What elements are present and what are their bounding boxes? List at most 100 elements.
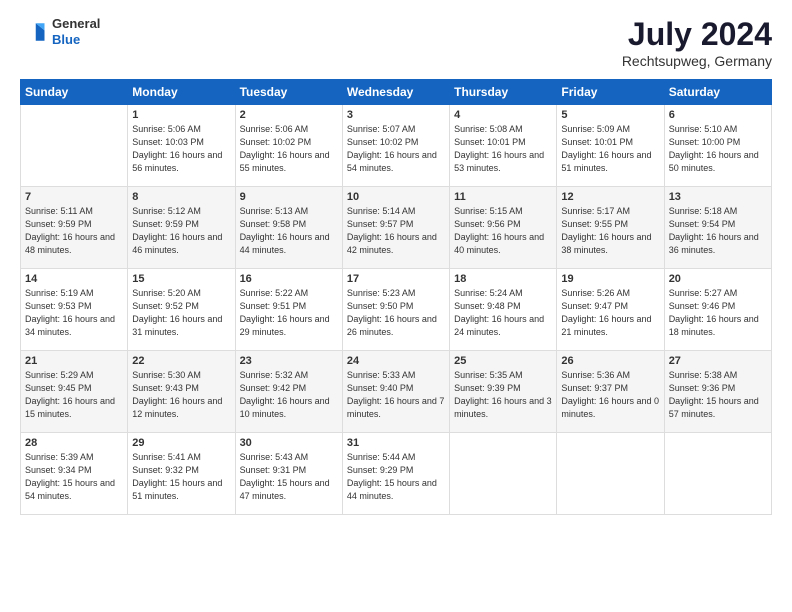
- calendar-cell: 4Sunrise: 5:08 AM Sunset: 10:01 PM Dayli…: [450, 105, 557, 187]
- calendar-cell: [664, 433, 771, 515]
- day-number: 4: [454, 109, 552, 121]
- logo: General Blue: [20, 16, 100, 47]
- header-friday: Friday: [557, 80, 664, 105]
- calendar-week-row: 14 Sunrise: 5:19 AM Sunset: 9:53 PM Dayli…: [21, 269, 772, 351]
- day-info: Sunrise: 5:09 AM Sunset: 10:01 PM Daylig…: [561, 123, 659, 175]
- day-info: Sunrise: 5:43 AM Sunset: 9:31 PM Dayligh…: [240, 451, 338, 503]
- day-info: Sunrise: 5:29 AM Sunset: 9:45 PM Dayligh…: [25, 369, 123, 421]
- calendar-cell: [557, 433, 664, 515]
- calendar-cell: 14 Sunrise: 5:19 AM Sunset: 9:53 PM Dayli…: [21, 269, 128, 351]
- calendar-cell: 15Sunrise: 5:20 AM Sunset: 9:52 PM Dayli…: [128, 269, 235, 351]
- calendar-cell: 7Sunrise: 5:11 AM Sunset: 9:59 PM Daylig…: [21, 187, 128, 269]
- day-info: Sunrise: 5:41 AM Sunset: 9:32 PM Dayligh…: [132, 451, 230, 503]
- calendar-cell: 27 Sunrise: 5:38 AM Sunset: 9:36 PM Dayli…: [664, 351, 771, 433]
- day-number: 17: [347, 273, 445, 285]
- location: Rechtsupweg, Germany: [622, 53, 772, 69]
- day-number: 25: [454, 355, 552, 367]
- day-info: Sunrise: 5:27 AM Sunset: 9:46 PM Dayligh…: [669, 287, 767, 339]
- day-number: 11: [454, 191, 552, 203]
- day-info: Sunrise: 5:33 AM Sunset: 9:40 PM Dayligh…: [347, 369, 445, 421]
- day-number: 29: [132, 437, 230, 449]
- calendar-cell: 22Sunrise: 5:30 AM Sunset: 9:43 PM Dayli…: [128, 351, 235, 433]
- day-number: 26: [561, 355, 659, 367]
- day-info: Sunrise: 5:23 AM Sunset: 9:50 PM Dayligh…: [347, 287, 445, 339]
- calendar-cell: 31Sunrise: 5:44 AM Sunset: 9:29 PM Dayli…: [342, 433, 449, 515]
- day-info: Sunrise: 5:18 AM Sunset: 9:54 PM Dayligh…: [669, 205, 767, 257]
- calendar-cell: 10 Sunrise: 5:14 AM Sunset: 9:57 PM Dayli…: [342, 187, 449, 269]
- day-number: 21: [25, 355, 123, 367]
- day-number: 8: [132, 191, 230, 203]
- day-info: Sunrise: 5:19 AM Sunset: 9:53 PM Dayligh…: [25, 287, 123, 339]
- day-number: 20: [669, 273, 767, 285]
- day-number: 19: [561, 273, 659, 285]
- header: General Blue July 2024 Rechtsupweg, Germ…: [20, 16, 772, 69]
- month-title: July 2024: [622, 16, 772, 53]
- day-number: 22: [132, 355, 230, 367]
- calendar-table: Sunday Monday Tuesday Wednesday Thursday…: [20, 79, 772, 515]
- calendar-cell: [450, 433, 557, 515]
- day-info: Sunrise: 5:38 AM Sunset: 9:36 PM Dayligh…: [669, 369, 767, 421]
- day-number: 18: [454, 273, 552, 285]
- calendar-week-row: 21 Sunrise: 5:29 AM Sunset: 9:45 PM Dayli…: [21, 351, 772, 433]
- logo-text: General Blue: [52, 16, 100, 47]
- header-thursday: Thursday: [450, 80, 557, 105]
- calendar-header: Sunday Monday Tuesday Wednesday Thursday…: [21, 80, 772, 105]
- logo-general-text: General: [52, 16, 100, 32]
- day-info: Sunrise: 5:35 AM Sunset: 9:39 PM Dayligh…: [454, 369, 552, 421]
- day-number: 28: [25, 437, 123, 449]
- calendar-cell: 13 Sunrise: 5:18 AM Sunset: 9:54 PM Dayli…: [664, 187, 771, 269]
- day-number: 9: [240, 191, 338, 203]
- day-info: Sunrise: 5:13 AM Sunset: 9:58 PM Dayligh…: [240, 205, 338, 257]
- calendar-week-row: 28 Sunrise: 5:39 AM Sunset: 9:34 PM Dayli…: [21, 433, 772, 515]
- day-number: 6: [669, 109, 767, 121]
- day-number: 24: [347, 355, 445, 367]
- calendar-cell: 26 Sunrise: 5:36 AM Sunset: 9:37 PM Dayli…: [557, 351, 664, 433]
- day-info: Sunrise: 5:26 AM Sunset: 9:47 PM Dayligh…: [561, 287, 659, 339]
- calendar-page: General Blue July 2024 Rechtsupweg, Germ…: [0, 0, 792, 527]
- calendar-cell: 2 Sunrise: 5:06 AM Sunset: 10:02 PM Dayli…: [235, 105, 342, 187]
- calendar-cell: 30 Sunrise: 5:43 AM Sunset: 9:31 PM Dayli…: [235, 433, 342, 515]
- day-number: 30: [240, 437, 338, 449]
- calendar-cell: [21, 105, 128, 187]
- day-number: 10: [347, 191, 445, 203]
- day-number: 27: [669, 355, 767, 367]
- day-info: Sunrise: 5:14 AM Sunset: 9:57 PM Dayligh…: [347, 205, 445, 257]
- calendar-body: 1 Sunrise: 5:06 AM Sunset: 10:03 PM Dayli…: [21, 105, 772, 515]
- header-row: Sunday Monday Tuesday Wednesday Thursday…: [21, 80, 772, 105]
- calendar-cell: 23Sunrise: 5:32 AM Sunset: 9:42 PM Dayli…: [235, 351, 342, 433]
- day-number: 16: [240, 273, 338, 285]
- calendar-cell: 9 Sunrise: 5:13 AM Sunset: 9:58 PM Daylig…: [235, 187, 342, 269]
- day-info: Sunrise: 5:39 AM Sunset: 9:34 PM Dayligh…: [25, 451, 123, 503]
- day-number: 3: [347, 109, 445, 121]
- header-wednesday: Wednesday: [342, 80, 449, 105]
- logo-blue-text: Blue: [52, 32, 100, 48]
- day-number: 1: [132, 109, 230, 121]
- day-info: Sunrise: 5:10 AM Sunset: 10:00 PM Daylig…: [669, 123, 767, 175]
- calendar-cell: 21 Sunrise: 5:29 AM Sunset: 9:45 PM Dayli…: [21, 351, 128, 433]
- day-number: 5: [561, 109, 659, 121]
- calendar-cell: 6 Sunrise: 5:10 AM Sunset: 10:00 PM Dayli…: [664, 105, 771, 187]
- header-monday: Monday: [128, 80, 235, 105]
- calendar-cell: 24 Sunrise: 5:33 AM Sunset: 9:40 PM Dayli…: [342, 351, 449, 433]
- day-number: 7: [25, 191, 123, 203]
- calendar-cell: 8Sunrise: 5:12 AM Sunset: 9:59 PM Daylig…: [128, 187, 235, 269]
- day-info: Sunrise: 5:06 AM Sunset: 10:03 PM Daylig…: [132, 123, 230, 175]
- calendar-cell: 29 Sunrise: 5:41 AM Sunset: 9:32 PM Dayli…: [128, 433, 235, 515]
- calendar-cell: 25 Sunrise: 5:35 AM Sunset: 9:39 PM Dayli…: [450, 351, 557, 433]
- day-info: Sunrise: 5:06 AM Sunset: 10:02 PM Daylig…: [240, 123, 338, 175]
- calendar-cell: 12Sunrise: 5:17 AM Sunset: 9:55 PM Dayli…: [557, 187, 664, 269]
- day-number: 15: [132, 273, 230, 285]
- calendar-cell: 18Sunrise: 5:24 AM Sunset: 9:48 PM Dayli…: [450, 269, 557, 351]
- day-number: 14: [25, 273, 123, 285]
- calendar-week-row: 1 Sunrise: 5:06 AM Sunset: 10:03 PM Dayli…: [21, 105, 772, 187]
- day-info: Sunrise: 5:44 AM Sunset: 9:29 PM Dayligh…: [347, 451, 445, 503]
- calendar-cell: 17 Sunrise: 5:23 AM Sunset: 9:50 PM Dayli…: [342, 269, 449, 351]
- day-info: Sunrise: 5:22 AM Sunset: 9:51 PM Dayligh…: [240, 287, 338, 339]
- day-number: 2: [240, 109, 338, 121]
- day-number: 13: [669, 191, 767, 203]
- calendar-cell: 16 Sunrise: 5:22 AM Sunset: 9:51 PM Dayli…: [235, 269, 342, 351]
- day-info: Sunrise: 5:36 AM Sunset: 9:37 PM Dayligh…: [561, 369, 659, 421]
- day-info: Sunrise: 5:15 AM Sunset: 9:56 PM Dayligh…: [454, 205, 552, 257]
- calendar-cell: 1 Sunrise: 5:06 AM Sunset: 10:03 PM Dayli…: [128, 105, 235, 187]
- calendar-cell: 11 Sunrise: 5:15 AM Sunset: 9:56 PM Dayli…: [450, 187, 557, 269]
